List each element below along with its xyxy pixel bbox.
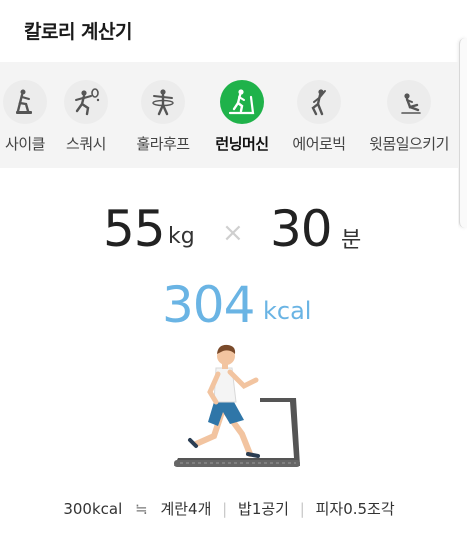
squash-icon xyxy=(64,80,108,124)
tab-hula-hoop[interactable]: 훌라후프 xyxy=(120,78,206,158)
divider: | xyxy=(299,500,305,518)
time-unit: 분 xyxy=(341,228,362,253)
tab-aerobics[interactable]: 에어로빅 xyxy=(276,78,362,158)
approx-symbol: ≒ xyxy=(135,500,148,518)
weight-value[interactable]: 55 xyxy=(103,200,166,258)
multiply-symbol: × xyxy=(222,218,244,248)
tab-label: 런닝머신 xyxy=(215,135,269,153)
app-header: 칼로리 계산기 xyxy=(0,0,467,62)
tab-label: 훌라후프 xyxy=(136,135,190,153)
tab-label: 에어로빅 xyxy=(292,135,346,153)
treadmill-runner-illustration xyxy=(168,336,308,476)
tab-squash[interactable]: 스쿼시 xyxy=(43,78,129,158)
aerobics-icon xyxy=(297,80,341,124)
input-summary: 55 kg × 30 분 xyxy=(0,200,458,270)
hula-hoop-icon xyxy=(141,80,185,124)
calorie-equivalents: 300kcal ≒ 계란4개 | 밥1공기 | 피자0.5조각 xyxy=(0,498,458,519)
equiv-kcal: 300kcal xyxy=(63,500,123,518)
page-title: 칼로리 계산기 xyxy=(24,21,133,43)
tab-treadmill[interactable]: 런닝머신 xyxy=(199,78,285,158)
kcal-unit: kcal xyxy=(263,297,312,325)
equiv-item: 계란4개 xyxy=(160,500,212,518)
tab-label: 스쿼시 xyxy=(66,135,106,153)
tab-situp[interactable]: 윗몸일으키기 xyxy=(366,78,452,158)
equiv-item: 피자0.5조각 xyxy=(315,500,395,518)
situp-icon xyxy=(387,80,431,124)
equiv-item: 밥1공기 xyxy=(238,500,289,518)
cycle-icon xyxy=(3,80,47,124)
calorie-result: 304 kcal xyxy=(0,276,458,336)
tab-label: 윗몸일으키기 xyxy=(369,135,449,153)
kcal-value: 304 xyxy=(162,276,255,334)
side-panel-handle[interactable] xyxy=(459,38,467,228)
calorie-result-panel: 55 kg × 30 분 304 kcal 300kcal ≒ 계란4개 | 밥… xyxy=(0,168,458,541)
divider: | xyxy=(222,500,228,518)
treadmill-icon xyxy=(220,80,264,124)
time-value[interactable]: 30 xyxy=(270,200,333,258)
exercise-tab-bar: 사이클 스쿼시 훌라후프 런닝머신 에어로빅 윗몸일으키기 xyxy=(0,62,458,168)
weight-unit: kg xyxy=(168,224,195,249)
